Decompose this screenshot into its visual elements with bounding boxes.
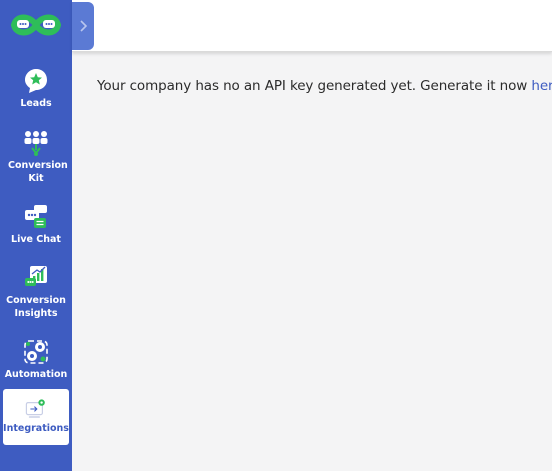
api-key-message: Your company has no an API key generated…	[97, 78, 552, 94]
sidebar-item-integrations[interactable]: Integrations	[3, 389, 69, 445]
sidebar-item-label: Automation	[4, 369, 68, 380]
chart-icon	[25, 266, 47, 286]
sidebar-toggle-button[interactable]	[72, 2, 94, 50]
sidebar-item-label: Integrations	[3, 423, 69, 434]
group-icon	[24, 131, 48, 156]
sidebar-item-conversion-kit[interactable]: Conversion Kit	[3, 128, 69, 185]
monitor-gear-icon	[25, 399, 45, 418]
star-chat-icon	[25, 69, 47, 93]
top-bar	[72, 0, 552, 52]
sidebar-item-label: Conversion Kit	[8, 160, 68, 184]
app-logo[interactable]	[8, 9, 64, 41]
sidebar-item-automation[interactable]: Automation	[3, 337, 69, 381]
sidebar: Leads Conversion Kit Live Chat Conversio…	[0, 0, 72, 471]
generate-api-key-link[interactable]: here	[531, 78, 552, 94]
sidebar-item-live-chat[interactable]: Live Chat	[3, 202, 69, 246]
sidebar-item-label: Live Chat	[11, 234, 61, 245]
sidebar-item-label: Leads	[20, 98, 52, 109]
sidebar-item-leads[interactable]: Leads	[3, 66, 69, 110]
sidebar-item-label: Conversion Insights	[6, 295, 66, 319]
chevron-right-icon	[80, 20, 88, 32]
gears-icon	[24, 340, 48, 364]
api-key-message-text: Your company has no an API key generated…	[97, 78, 532, 94]
sidebar-item-conversion-insights[interactable]: Conversion Insights	[3, 263, 69, 320]
chat-bubbles-icon	[25, 205, 47, 228]
